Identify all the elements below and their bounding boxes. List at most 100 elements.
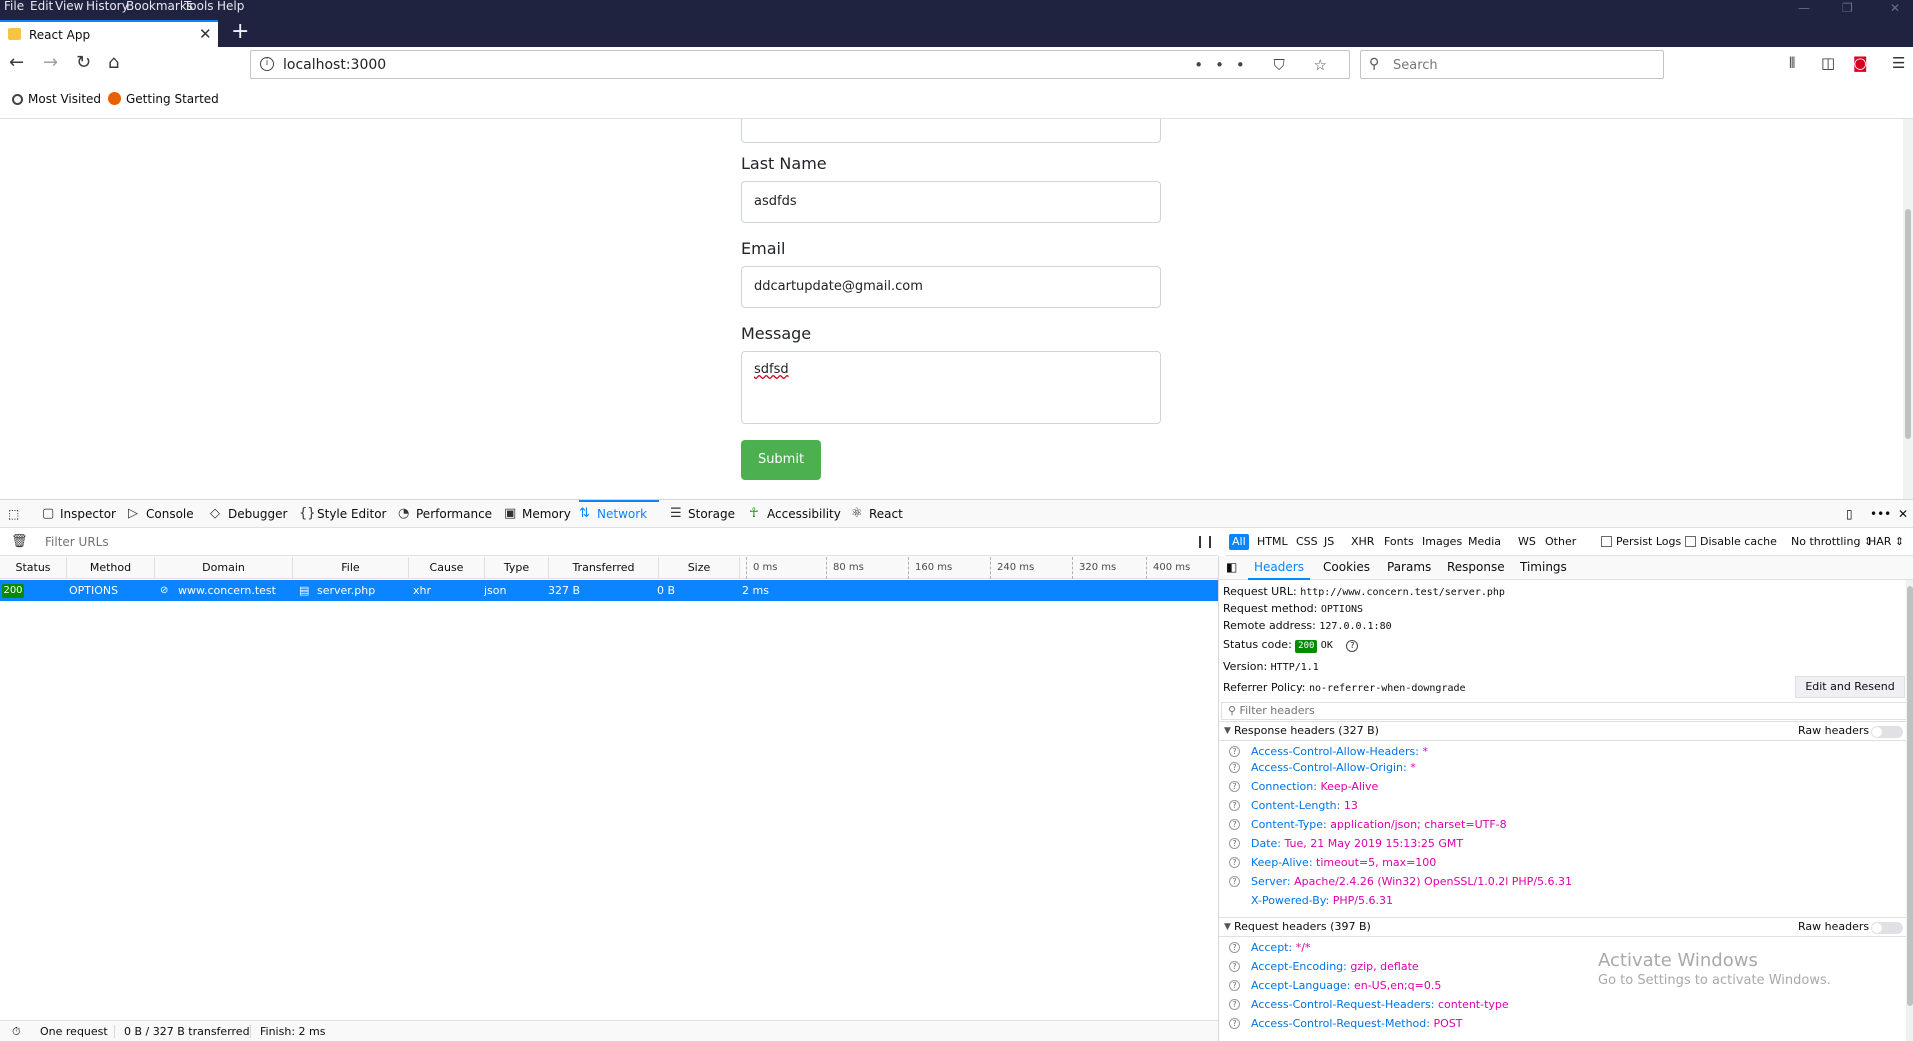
filter-css[interactable]: CSS xyxy=(1293,534,1321,550)
help-icon[interactable]: ? xyxy=(1229,838,1240,849)
menu-history[interactable]: History xyxy=(86,0,129,12)
restore-icon[interactable]: ❐ xyxy=(1842,2,1853,14)
column-size[interactable]: Size xyxy=(659,557,740,579)
tab-storage[interactable]: ☰ Storage xyxy=(670,500,735,528)
first-name-input[interactable]: asdfd xyxy=(741,119,1161,143)
hamburger-menu-icon[interactable]: ☰ xyxy=(1892,56,1905,71)
column-method[interactable]: Method xyxy=(67,557,155,579)
close-devtools-icon[interactable]: ✕ xyxy=(1898,500,1908,528)
help-icon[interactable]: ? xyxy=(1229,762,1240,773)
raw-headers-toggle[interactable] xyxy=(1871,726,1903,738)
help-icon[interactable]: ? xyxy=(1229,781,1240,792)
tab-cookies[interactable]: Cookies xyxy=(1323,556,1370,580)
element-picker-icon[interactable]: ⬚ xyxy=(8,500,19,528)
filter-js[interactable]: JS xyxy=(1321,534,1337,550)
submit-button[interactable]: Submit xyxy=(741,440,821,480)
throttling-select[interactable]: No throttling ⇕ xyxy=(1791,535,1873,548)
tab-inspector[interactable]: ▢ Inspector xyxy=(42,500,116,528)
message-textarea[interactable]: sdfsd xyxy=(741,351,1161,424)
help-icon[interactable]: ? xyxy=(1346,640,1359,652)
tab-response[interactable]: Response xyxy=(1447,556,1505,580)
page-scrollbar[interactable] xyxy=(1903,119,1913,499)
help-icon[interactable]: ? xyxy=(1229,942,1240,953)
bookmark-getting-started[interactable]: Getting Started xyxy=(108,92,219,106)
last-name-input[interactable]: asdfds xyxy=(741,181,1161,223)
new-tab-button[interactable]: + xyxy=(231,21,249,43)
tab-timings[interactable]: Timings xyxy=(1520,556,1567,580)
forward-icon[interactable]: → xyxy=(43,54,58,72)
filter-media[interactable]: Media xyxy=(1465,534,1504,550)
tab-style-editor[interactable]: {} Style Editor xyxy=(299,500,386,528)
library-icon[interactable]: ⫴ xyxy=(1789,56,1795,71)
filter-all[interactable]: All xyxy=(1229,534,1249,550)
menu-file[interactable]: File xyxy=(4,0,24,12)
column-domain[interactable]: Domain xyxy=(155,557,293,579)
menu-view[interactable]: View xyxy=(55,0,83,12)
tab-debugger[interactable]: ◇ Debugger xyxy=(210,500,287,528)
help-icon[interactable]: ? xyxy=(1229,857,1240,868)
tab-accessibility[interactable]: ☥ Accessibility xyxy=(749,500,841,528)
filter-xhr[interactable]: XHR xyxy=(1348,534,1377,550)
help-icon[interactable]: ? xyxy=(1229,746,1240,757)
help-icon[interactable]: ? xyxy=(1229,876,1240,887)
filter-html[interactable]: HTML xyxy=(1254,534,1291,550)
column-status[interactable]: Status xyxy=(0,557,67,579)
filter-ws[interactable]: WS xyxy=(1515,534,1539,550)
help-icon[interactable]: ? xyxy=(1229,819,1240,830)
details-scrollbar[interactable] xyxy=(1906,580,1913,1041)
page-scrollbar-thumb[interactable] xyxy=(1905,209,1911,439)
filter-headers-input[interactable]: ⚲ Filter headers xyxy=(1221,702,1909,720)
menu-help[interactable]: Help xyxy=(217,0,244,12)
tab-close-icon[interactable]: ✕ xyxy=(199,25,212,43)
column-file[interactable]: File xyxy=(293,557,409,579)
dock-icon[interactable]: ▯ xyxy=(1846,500,1853,528)
stopwatch-icon[interactable]: ⏱ xyxy=(12,1025,21,1039)
back-icon[interactable]: ← xyxy=(9,54,24,72)
response-headers-section[interactable]: ▼ Response headers (327 B) Raw headers xyxy=(1219,721,1913,741)
tab-react[interactable]: ⚛ React xyxy=(851,500,903,528)
sidebar-icon[interactable]: ◫ xyxy=(1821,56,1835,71)
menu-edit[interactable]: Edit xyxy=(30,0,53,12)
table-row[interactable]: 200 OPTIONS ⊘ www.concern.test ▤ server.… xyxy=(0,580,1218,601)
tab-performance[interactable]: ◔ Performance xyxy=(398,500,492,528)
url-text[interactable]: localhost:3000 xyxy=(283,57,386,73)
search-bar[interactable]: ⚲ Search xyxy=(1360,50,1664,79)
pause-icon[interactable]: ❙❙ xyxy=(1195,534,1215,548)
tab-memory[interactable]: ▣ Memory xyxy=(504,500,571,528)
clear-requests-icon[interactable]: 🗑 xyxy=(11,534,28,549)
help-icon[interactable]: ? xyxy=(1229,999,1240,1010)
tab-params[interactable]: Params xyxy=(1387,556,1431,580)
request-headers-section[interactable]: ▼ Request headers (397 B) Raw headers xyxy=(1219,917,1913,937)
filter-urls-input[interactable]: Filter URLs xyxy=(45,535,109,549)
tab-network[interactable]: ⇅ Network xyxy=(579,500,659,528)
close-window-icon[interactable]: ✕ xyxy=(1890,2,1900,14)
help-icon[interactable]: ? xyxy=(1229,800,1240,811)
url-bar[interactable]: i localhost:3000 ••• ⛉ ☆ xyxy=(250,50,1350,79)
email-input[interactable]: ddcartupdate@gmail.com xyxy=(741,266,1161,308)
column-transferred[interactable]: Transferred xyxy=(549,557,659,579)
home-icon[interactable]: ⌂ xyxy=(108,54,119,72)
column-type[interactable]: Type xyxy=(485,557,549,579)
help-icon[interactable]: ? xyxy=(1229,980,1240,991)
menu-bookmarks[interactable]: Bookmarks xyxy=(126,0,193,12)
filter-other[interactable]: Other xyxy=(1542,534,1579,550)
filter-fonts[interactable]: Fonts xyxy=(1381,534,1417,550)
raw-headers-toggle[interactable] xyxy=(1871,922,1903,934)
reload-icon[interactable]: ↻ xyxy=(76,54,91,72)
page-actions-icon[interactable]: ••• ⛉ ☆ xyxy=(1194,56,1339,74)
tab-headers[interactable]: Headers xyxy=(1248,556,1310,580)
tab-react-app[interactable]: React App ✕ xyxy=(0,20,218,47)
collapse-triangle-icon[interactable]: ▼ xyxy=(1224,918,1231,936)
edit-and-resend-button[interactable]: Edit and Resend xyxy=(1795,676,1905,698)
disable-cache-checkbox[interactable]: Disable cache xyxy=(1685,535,1777,548)
help-icon[interactable]: ? xyxy=(1229,961,1240,972)
bookmark-most-visited[interactable]: Most Visited xyxy=(12,92,101,106)
extension-icon[interactable]: ◙ xyxy=(1853,56,1868,71)
column-cause[interactable]: Cause xyxy=(409,557,485,579)
tab-console[interactable]: ▷ Console xyxy=(128,500,194,528)
site-info-icon[interactable]: i xyxy=(260,57,274,71)
har-menu[interactable]: HAR ⇕ xyxy=(1868,535,1904,548)
help-icon[interactable]: ? xyxy=(1229,1018,1240,1029)
filter-images[interactable]: Images xyxy=(1419,534,1465,550)
collapse-triangle-icon[interactable]: ▼ xyxy=(1224,722,1231,740)
